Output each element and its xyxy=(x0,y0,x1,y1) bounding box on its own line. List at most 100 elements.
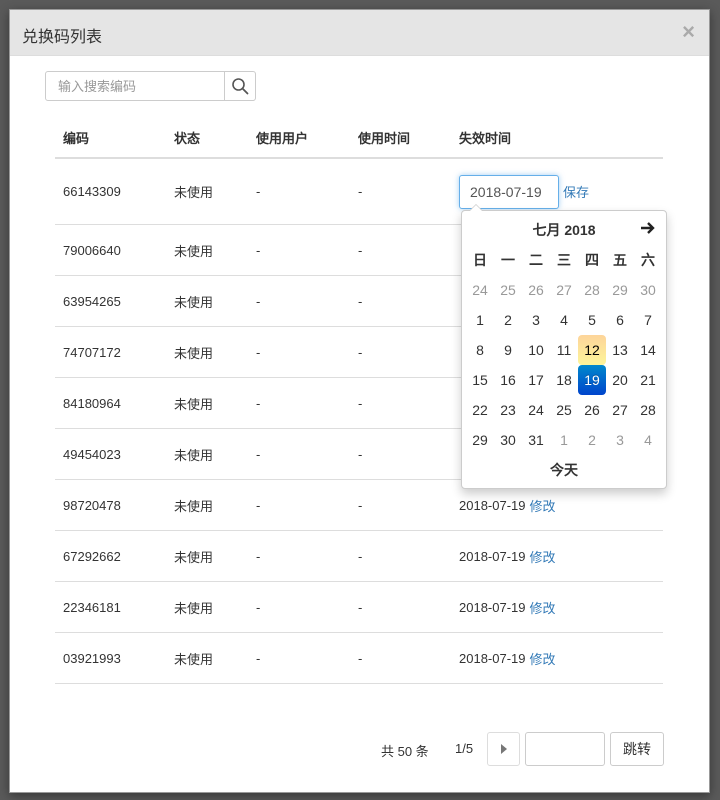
page-jump-input[interactable] xyxy=(525,732,605,766)
datepicker-day[interactable]: 13 xyxy=(606,335,634,365)
cell-status: 未使用 xyxy=(174,185,214,200)
cell-code: 79006640 xyxy=(63,242,121,258)
cell-code: 74707172 xyxy=(63,344,121,360)
edit-link[interactable]: 修改 xyxy=(530,598,556,617)
cell-use-time: - xyxy=(358,446,363,462)
datepicker-day[interactable]: 28 xyxy=(634,395,662,425)
datepicker-day-today[interactable]: 12 xyxy=(578,335,606,365)
datepicker-day[interactable]: 20 xyxy=(606,365,634,395)
search-group xyxy=(45,71,256,101)
datepicker-day[interactable]: 8 xyxy=(466,335,494,365)
datepicker-day[interactable]: 1 xyxy=(466,305,494,335)
caret-right-icon xyxy=(500,744,507,754)
jump-button[interactable]: 跳转 xyxy=(610,732,664,766)
edit-link[interactable]: 修改 xyxy=(530,547,556,566)
datepicker-day[interactable]: 26 xyxy=(578,395,606,425)
edit-link[interactable]: 修改 xyxy=(530,496,556,515)
header-expiry: 失效时间 xyxy=(459,131,512,146)
cell-status: 未使用 xyxy=(174,447,214,463)
datepicker-day[interactable]: 29 xyxy=(606,275,634,305)
cell-use-time: - xyxy=(358,548,363,564)
datepicker-day[interactable]: 4 xyxy=(634,425,662,455)
modal-title: 兑换码列表 xyxy=(22,29,103,46)
search-button[interactable] xyxy=(225,71,256,101)
cell-code: 49454023 xyxy=(63,446,121,462)
cell-user: - xyxy=(256,548,261,564)
header-status: 状态 xyxy=(174,131,201,146)
datepicker-day[interactable]: 30 xyxy=(634,275,662,305)
weekday-label: 二 xyxy=(529,252,543,268)
datepicker-day[interactable]: 26 xyxy=(522,275,550,305)
weekday-label: 三 xyxy=(557,252,571,268)
datepicker-day[interactable]: 25 xyxy=(494,275,522,305)
weekday-label: 四 xyxy=(585,252,599,268)
search-input[interactable] xyxy=(45,71,225,101)
cell-user: - xyxy=(256,446,261,462)
header-user: 使用用户 xyxy=(256,131,309,146)
cell-use-time: - xyxy=(358,242,363,258)
cell-user: - xyxy=(256,497,261,513)
edit-link[interactable]: 修改 xyxy=(530,649,556,668)
cell-use-time: - xyxy=(358,344,363,360)
cell-user: - xyxy=(256,650,261,666)
cell-user: - xyxy=(256,184,261,199)
cell-code: 63954265 xyxy=(63,293,121,309)
cell-code: 22346181 xyxy=(63,599,121,615)
datepicker-day[interactable]: 27 xyxy=(606,395,634,425)
datepicker-day[interactable]: 7 xyxy=(634,305,662,335)
datepicker-day[interactable]: 2 xyxy=(494,305,522,335)
datepicker-day[interactable]: 17 xyxy=(522,365,550,395)
datepicker-day[interactable]: 16 xyxy=(494,365,522,395)
datepicker-day[interactable]: 15 xyxy=(466,365,494,395)
close-icon[interactable]: × xyxy=(682,21,695,43)
cell-status: 未使用 xyxy=(174,600,214,616)
datepicker-day[interactable]: 1 xyxy=(550,425,578,455)
cell-use-time: - xyxy=(358,650,363,666)
today-button[interactable]: 今天 xyxy=(466,455,662,485)
table-header: 编码 状态 使用用户 使用时间 失效时间 xyxy=(55,118,663,159)
datepicker-day[interactable]: 28 xyxy=(578,275,606,305)
cell-status: 未使用 xyxy=(174,549,214,565)
datepicker-day[interactable]: 25 xyxy=(550,395,578,425)
header-use-time: 使用时间 xyxy=(358,131,411,146)
datepicker-day[interactable]: 18 xyxy=(550,365,578,395)
datepicker-month-switch[interactable]: 七月 2018 xyxy=(494,220,634,240)
save-link[interactable]: 保存 xyxy=(563,182,589,201)
search-icon xyxy=(232,78,249,95)
cell-status: 未使用 xyxy=(174,345,214,361)
datepicker-day[interactable]: 31 xyxy=(522,425,550,455)
datepicker-day[interactable]: 6 xyxy=(606,305,634,335)
cell-expiry: 2018-07-19 修改 xyxy=(451,547,663,566)
datepicker-day[interactable]: 3 xyxy=(522,305,550,335)
datepicker-day[interactable]: 29 xyxy=(466,425,494,455)
datepicker-day[interactable]: 23 xyxy=(494,395,522,425)
cell-use-time: - xyxy=(358,497,363,513)
datepicker-day[interactable]: 24 xyxy=(466,275,494,305)
datepicker-day[interactable]: 14 xyxy=(634,335,662,365)
datepicker-day[interactable]: 22 xyxy=(466,395,494,425)
cell-code: 67292662 xyxy=(63,548,121,564)
table-row: 03921993 未使用 - - 2018-07-19 修改 xyxy=(55,633,663,684)
cell-use-time: - xyxy=(358,293,363,309)
cell-use-time: - xyxy=(358,395,363,411)
datepicker-day[interactable]: 3 xyxy=(606,425,634,455)
datepicker-day[interactable]: 9 xyxy=(494,335,522,365)
datepicker-day[interactable]: 24 xyxy=(522,395,550,425)
datepicker-day[interactable]: 2 xyxy=(578,425,606,455)
datepicker-day[interactable]: 27 xyxy=(550,275,578,305)
arrow-right-icon[interactable] xyxy=(634,221,662,240)
total-count: 共 50 条 xyxy=(381,744,429,759)
weekday-label: 一 xyxy=(501,252,515,268)
cell-user: - xyxy=(256,293,261,309)
datepicker-day[interactable]: 11 xyxy=(550,335,578,365)
datepicker-day[interactable]: 4 xyxy=(550,305,578,335)
datepicker-weekdays: 日 一 二 三 四 五 六 xyxy=(466,245,662,275)
cell-expiry: 2018-07-19 修改 xyxy=(451,496,663,515)
datepicker-day[interactable]: 5 xyxy=(578,305,606,335)
datepicker-day[interactable]: 21 xyxy=(634,365,662,395)
next-page-button[interactable] xyxy=(487,732,520,766)
datepicker-day[interactable]: 10 xyxy=(522,335,550,365)
datepicker-day-selected[interactable]: 19 xyxy=(578,365,606,395)
datepicker-day[interactable]: 30 xyxy=(494,425,522,455)
redeem-code-modal: 兑换码列表 × 编码 状态 使用用户 使用时间 失效时间 66143309 未使… xyxy=(9,9,710,793)
